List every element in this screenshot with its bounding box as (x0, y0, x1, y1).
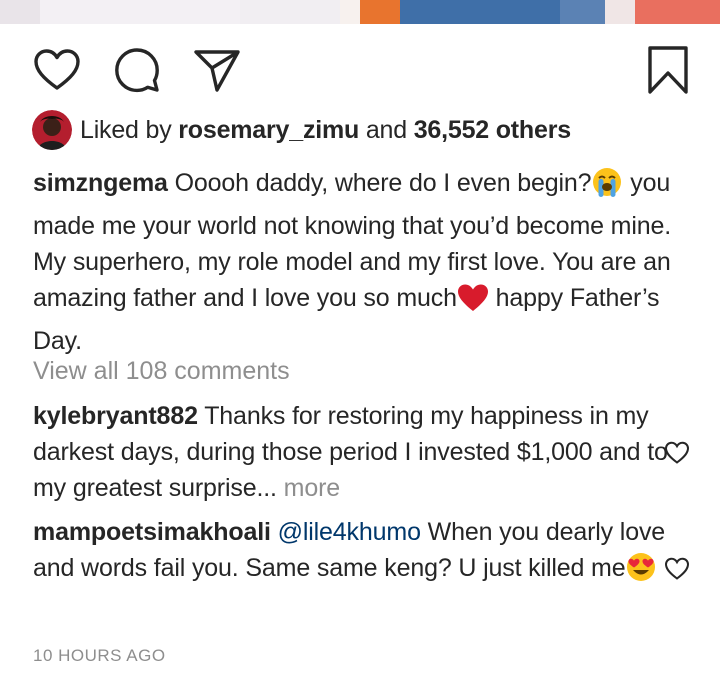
post-timestamp: 10 HOURS AGO (33, 646, 166, 665)
smiling-face-heart-eyes-emoji (625, 551, 657, 593)
red-heart-emoji (457, 283, 489, 323)
comment-username[interactable]: mampoetsimakhoali (33, 518, 271, 546)
view-all-comments-link[interactable]: View all 108 comments (33, 353, 290, 389)
liker-username[interactable]: rosemary_zimu (178, 116, 359, 144)
share-button[interactable] (192, 44, 242, 96)
paper-plane-icon (194, 50, 240, 92)
liker-avatar[interactable] (32, 110, 72, 150)
comment-button[interactable] (112, 44, 162, 96)
speech-bubble-icon (115, 48, 159, 93)
loudly-crying-face-emoji (591, 166, 623, 208)
comment-mention[interactable]: @lile4khumo (278, 518, 421, 546)
caption-line1: Ooooh daddy, where do I even begin? (174, 169, 592, 197)
liked-by-row: Liked by rosemary_zimu and 36,552 others (32, 108, 571, 152)
post-photo-bottom-edge[interactable] (0, 0, 720, 24)
liked-by-conjunction: and (365, 115, 407, 144)
comment-more-link[interactable]: more (284, 474, 341, 502)
likes-count[interactable]: 36,552 others (414, 116, 571, 144)
liked-by-text: Liked by rosemary_zimu and 36,552 others (80, 116, 571, 145)
liked-by-prefix: Liked by (80, 115, 172, 144)
heart-outline-icon (34, 49, 80, 90)
comment-like-button[interactable] (664, 440, 690, 466)
comment-username[interactable]: kylebryant882 (33, 402, 198, 430)
bookmark-icon (648, 46, 688, 94)
comment-item: mampoetsimakhoali @lile4khumo When you d… (33, 514, 673, 593)
post-action-bar (0, 44, 720, 100)
save-button[interactable] (643, 44, 693, 96)
like-button[interactable] (32, 44, 82, 96)
heart-outline-icon (664, 557, 690, 580)
post-caption: simzngema Ooooh daddy, where do I even b… (33, 165, 703, 359)
caption-username[interactable]: simzngema (33, 169, 168, 197)
comment-item: kylebryant882 Thanks for restoring my ha… (33, 398, 673, 506)
heart-outline-icon (664, 441, 690, 464)
comment-like-button[interactable] (664, 556, 690, 582)
